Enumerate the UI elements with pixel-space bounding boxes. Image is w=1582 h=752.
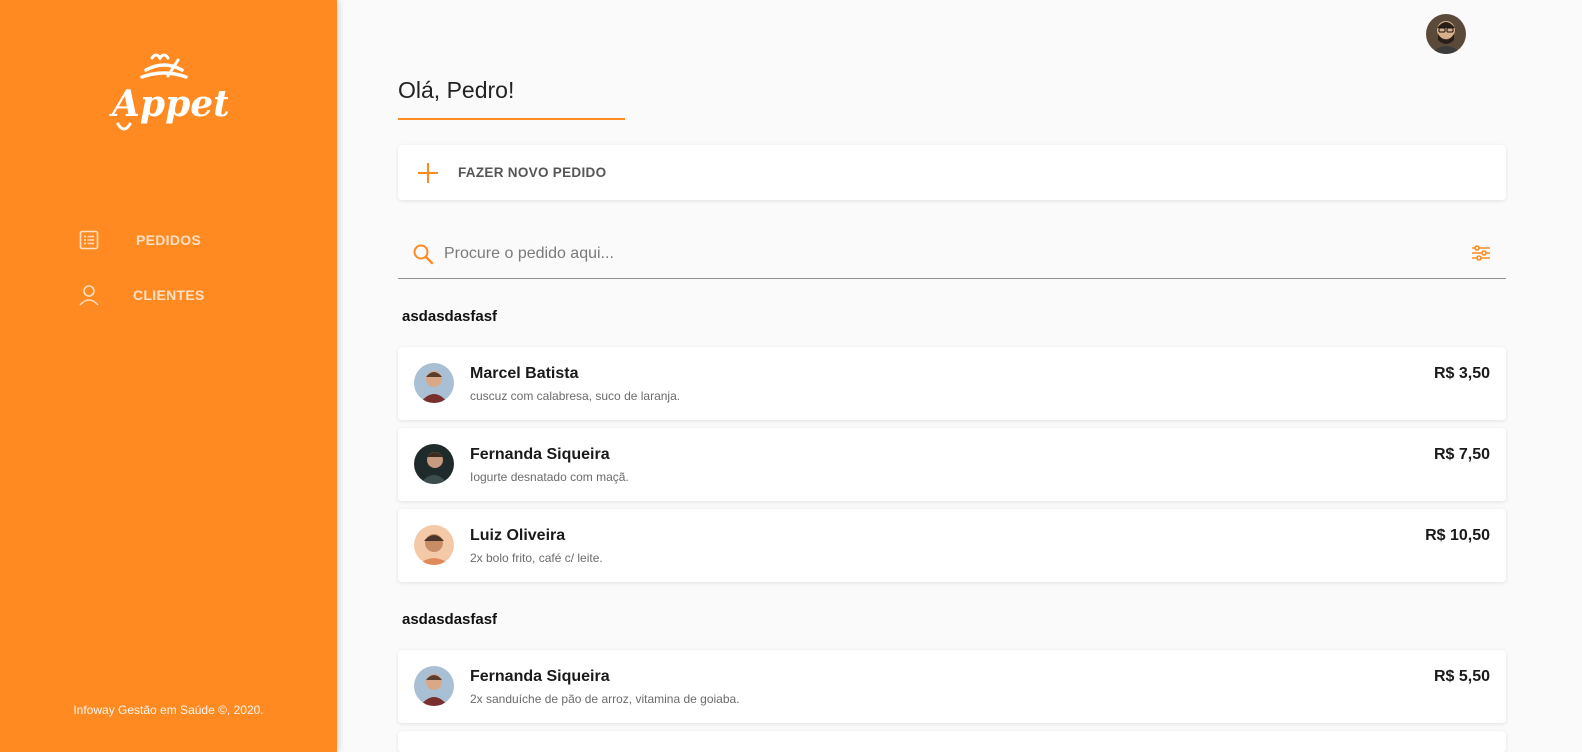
order-description: Iogurte desnatado com maçã. [470,470,629,484]
page-title: Olá, Pedro! [398,77,515,103]
user-avatar[interactable] [1426,14,1466,54]
order-card[interactable] [398,731,1506,752]
logo-text: Appetit [109,83,228,125]
order-description: 2x bolo frito, café c/ leite. [470,551,603,565]
group-title: asdasdasfasf [402,611,498,628]
list-icon [78,229,100,251]
plus-icon [417,162,439,184]
group-title: asdasdasfasf [402,308,498,325]
customer-avatar [414,666,454,706]
customer-avatar [414,363,454,403]
order-price: R$ 3,50 [1433,365,1490,382]
sidebar-item-pedidos[interactable]: PEDIDOS [78,229,201,251]
new-order-label: FAZER NOVO PEDIDO [458,165,607,180]
order-card[interactable]: Luiz Oliveira 2x bolo frito, café c/ lei… [398,509,1506,582]
customer-name: Marcel Batista [470,365,579,382]
sidebar-footer: Infoway Gestão em Saúde ©, 2020. [73,703,264,717]
order-description: cuscuz com calabresa, suco de laranja. [470,389,681,403]
customer-name: Luiz Oliveira [470,527,566,544]
order-description: 2x sanduíche de pão de arroz, vitamina d… [470,692,740,706]
filter-icon[interactable] [1470,242,1492,264]
order-card[interactable]: Marcel Batista cuscuz com calabresa, suc… [398,347,1506,420]
search-icon [412,243,434,265]
sidebar-item-label: PEDIDOS [136,232,202,248]
search-input[interactable] [444,239,1444,269]
order-price: R$ 5,50 [1433,668,1490,685]
sidebar: Appetit PEDIDOS CLIENTES Infowa [0,0,337,752]
order-card[interactable]: Fernanda Siqueira Iogurte desnatado com … [398,428,1506,501]
appetit-logo[interactable]: Appetit [108,50,260,136]
sidebar-item-label: CLIENTES [133,287,205,303]
order-card[interactable]: Fernanda Siqueira 2x sanduíche de pão de… [398,650,1506,723]
order-price: R$ 7,50 [1433,446,1490,463]
new-order-button[interactable]: FAZER NOVO PEDIDO [398,145,1506,200]
order-price: R$ 10,50 [1425,527,1490,544]
title-underline [398,118,625,120]
search-bar [398,230,1506,279]
customer-avatar [414,525,454,565]
sidebar-item-clientes[interactable]: CLIENTES [78,284,205,306]
user-icon [78,284,100,306]
customer-avatar [414,444,454,484]
customer-name: Fernanda Siqueira [470,446,610,463]
customer-name: Fernanda Siqueira [470,668,610,685]
